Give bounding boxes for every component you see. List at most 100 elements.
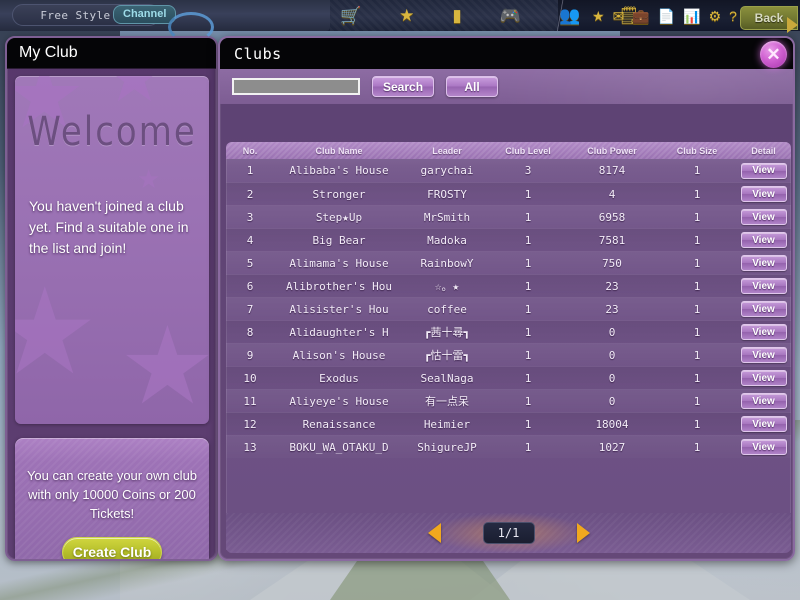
search-toolbar: Search All	[220, 69, 793, 104]
star-icon[interactable]: ★	[399, 7, 414, 24]
people-icon[interactable]: 👥	[559, 7, 580, 24]
channel-button[interactable]: Channel	[113, 5, 177, 24]
table-row[interactable]: 9 Alison's House ┏怙十雷┓ 1 0 1 View	[226, 343, 791, 366]
cell-leader: Heimier	[423, 417, 471, 431]
view-button[interactable]: View	[740, 347, 787, 363]
cell-power: 0	[608, 371, 616, 385]
search-input[interactable]	[232, 78, 360, 95]
view-button[interactable]: View	[740, 393, 787, 409]
chart-icon[interactable]: 📊	[683, 9, 700, 23]
cell-size: 1	[693, 210, 701, 224]
cell-detail: View	[736, 255, 791, 271]
view-button[interactable]: View	[740, 301, 787, 317]
table-row[interactable]: 5 Alimama's House RainbowY 1 750 1 View	[226, 251, 791, 274]
table-row[interactable]: 4 Big Bear Madoka 1 7581 1 View	[226, 228, 791, 251]
cell-size: 1	[693, 325, 701, 339]
view-button[interactable]: View	[740, 232, 787, 248]
table-row[interactable]: 6 Alibrother's Hou ☆。★ 1 23 1 View	[226, 274, 791, 297]
cell-leader: MrSmith	[423, 210, 471, 224]
table-row[interactable]: 11 Aliyeye's House 有一点呆 1 0 1 View	[226, 389, 791, 412]
cell-no: 6	[246, 279, 254, 293]
view-button[interactable]: View	[740, 324, 787, 340]
table-row[interactable]: 10 Exodus SealNaga 1 0 1 View	[226, 366, 791, 389]
cell-size: 1	[693, 164, 701, 177]
view-button[interactable]: View	[740, 370, 787, 386]
view-button[interactable]: View	[740, 186, 787, 202]
cell-level: 1	[524, 394, 532, 408]
table-row[interactable]: 7 Alisister's Hou coffee 1 23 1 View	[226, 297, 791, 320]
cell-name: Aliyeye's House	[289, 394, 389, 408]
cell-power: 23	[605, 279, 619, 293]
search-button[interactable]: Search	[372, 76, 435, 97]
table-row[interactable]: 3 Step★Up MrSmith 1 6958 1 View	[226, 205, 791, 228]
cell-detail: View	[736, 370, 791, 386]
view-button[interactable]: View	[740, 278, 787, 294]
clubs-table-header: No. Club Name Leader Club Level Club Pow…	[226, 142, 791, 159]
view-button[interactable]: View	[740, 416, 787, 432]
cell-power: 8174	[598, 164, 626, 177]
cell-size: 1	[693, 371, 701, 385]
cell-detail: View	[736, 301, 791, 317]
all-button[interactable]: All	[446, 76, 499, 97]
cell-level: 1	[524, 210, 532, 224]
cell-leader: ┏茜十尋┓	[423, 326, 471, 339]
column-header-no: No.	[242, 145, 258, 156]
cell-size: 1	[693, 348, 701, 362]
cell-no: 9	[246, 348, 254, 362]
cell-no: 13	[243, 440, 257, 454]
help-icon[interactable]: ?	[729, 9, 737, 23]
back-button-label: Back	[754, 11, 784, 25]
cell-leader: SealNaga	[420, 371, 474, 385]
view-button[interactable]: View	[740, 255, 787, 271]
table-row[interactable]: 1 Alibaba's House garychai 3 8174 1 View	[226, 159, 791, 182]
clubs-panel: Clubs ✕ Search All No. Club Name Leader …	[218, 36, 795, 561]
cell-detail: View	[736, 347, 791, 363]
cell-level: 1	[524, 256, 532, 270]
close-icon[interactable]: ✕	[760, 41, 787, 68]
pagination-bar: 1/1	[226, 513, 791, 553]
top-bar-icon-group-right: ★ ✉ 💼 📄 📊 ⚙ ?	[592, 0, 737, 31]
cell-detail: View	[736, 209, 791, 225]
table-row[interactable]: 8 Alidaughter's H ┏茜十尋┓ 1 0 1 View	[226, 320, 791, 343]
cell-detail: View	[736, 439, 791, 455]
cart-icon[interactable]: 🛒	[340, 7, 361, 24]
cell-size: 1	[693, 417, 701, 431]
cell-power: 0	[608, 348, 616, 362]
cell-leader: RainbowY	[420, 256, 474, 270]
cell-power: 18004	[595, 417, 629, 431]
mail-icon[interactable]: ✉	[613, 9, 625, 23]
cell-power: 0	[608, 325, 616, 339]
previous-page-icon[interactable]	[427, 523, 441, 543]
my-club-panel: My Club ★ ★ ★ ★ ★ Welcome You haven't jo…	[5, 36, 218, 561]
cell-no: 8	[246, 325, 254, 339]
next-page-icon[interactable]	[576, 523, 590, 543]
cell-no: 12	[243, 417, 257, 431]
column-header-detail: Detail	[751, 145, 776, 156]
table-row[interactable]: 12 Renaissance Heimier 1 18004 1 View	[226, 412, 791, 435]
table-row[interactable]: 2 Stronger FROSTY 1 4 1 View	[226, 182, 791, 205]
briefcase-icon[interactable]: 💼	[632, 9, 649, 23]
cell-name: Exodus	[319, 371, 359, 385]
back-button[interactable]: Back	[740, 6, 798, 33]
document-icon[interactable]: 📄	[658, 9, 675, 23]
cell-no: 2	[246, 187, 254, 201]
cell-power: 6958	[598, 210, 626, 224]
clubs-table-body: 1 Alibaba's House garychai 3 8174 1 View 2 Stron…	[226, 159, 791, 458]
back-arrow-icon	[787, 17, 798, 33]
cell-leader: ShigureJP	[417, 440, 477, 454]
create-club-button[interactable]: Create Club	[62, 537, 162, 559]
cell-size: 1	[693, 302, 701, 316]
view-button[interactable]: View	[740, 439, 787, 455]
bar-chart-icon[interactable]: ▮	[452, 7, 461, 24]
view-button[interactable]: View	[740, 162, 787, 179]
table-row[interactable]: 13 BOKU_WA_OTAKU_D ShigureJP 1 1027 1 View	[226, 435, 791, 458]
cell-level: 1	[524, 440, 532, 454]
view-button[interactable]: View	[740, 209, 787, 225]
cell-level: 1	[524, 371, 532, 385]
cell-detail: View	[736, 186, 791, 202]
gear-icon[interactable]: ⚙	[709, 9, 722, 23]
star-icon-right[interactable]: ★	[592, 9, 605, 23]
gamepad-icon[interactable]: 🎮	[500, 7, 521, 24]
cell-power: 7581	[598, 233, 626, 247]
clubs-table: No. Club Name Leader Club Level Club Pow…	[226, 142, 791, 550]
